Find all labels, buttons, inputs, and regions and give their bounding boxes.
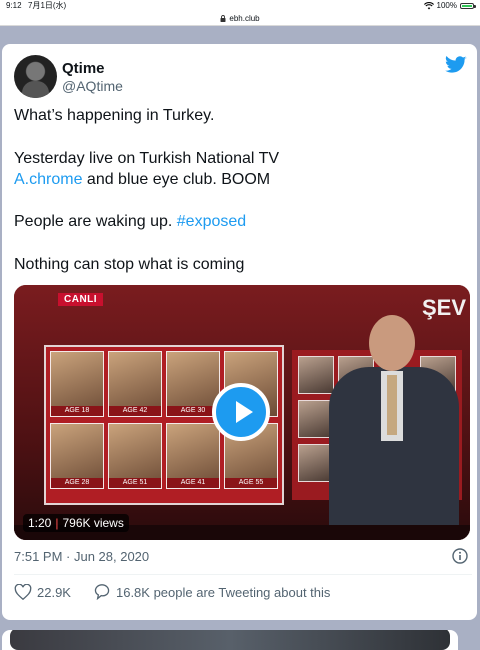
video-stats-badge: 1:20 | 796K views	[23, 514, 129, 532]
tweet-line-4-text: People are waking up.	[14, 213, 177, 230]
status-bar: 9:12 7月1日(水) 100%	[0, 0, 480, 12]
tweet-card[interactable]: Qtime @AQtime What’s happening in Turkey…	[2, 44, 477, 620]
heart-icon	[14, 584, 32, 600]
status-date: 7月1日(水)	[28, 1, 67, 10]
tweet-actions: 22.9K 16.8K people are Tweeting about th…	[14, 584, 352, 600]
next-embed-thumbnail	[10, 630, 450, 650]
battery-icon	[460, 3, 476, 9]
age-label: AGE 42	[109, 406, 161, 416]
live-overlay-label: CANLI	[58, 293, 104, 306]
progress-tick: |	[55, 516, 59, 530]
lock-icon	[220, 15, 226, 23]
like-action[interactable]: 22.9K	[14, 584, 71, 600]
like-count: 22.9K	[37, 584, 71, 600]
tweet-timestamp[interactable]: 7:51 PM · Jun 28, 2020	[14, 549, 149, 564]
tweet-line-3: A.chrome and blue eye club. BOOM	[14, 171, 270, 189]
photo-cell: AGE 28	[50, 423, 104, 489]
info-icon[interactable]	[452, 548, 468, 564]
avatar[interactable]	[14, 55, 57, 98]
mention-link[interactable]: A.chrome	[14, 171, 82, 188]
author-name[interactable]: Qtime	[62, 60, 105, 77]
age-label: AGE 51	[109, 478, 161, 488]
next-embed-card[interactable]	[2, 630, 458, 650]
wifi-icon	[423, 2, 434, 10]
hashtag-link[interactable]: #exposed	[177, 213, 246, 230]
age-label: AGE 55	[225, 478, 277, 488]
photo-cell: AGE 18	[50, 351, 104, 417]
age-label: AGE 41	[167, 478, 219, 488]
conversation-action[interactable]: 16.8K people are Tweeting about this	[93, 584, 330, 600]
video-duration: 1:20	[28, 516, 52, 530]
status-right: 100%	[423, 0, 476, 12]
photo-cell: AGE 42	[108, 351, 162, 417]
author-handle[interactable]: @AQtime	[62, 78, 123, 94]
divider	[14, 574, 472, 575]
status-time: 9:12	[6, 1, 22, 10]
photo-cell: AGE 51	[108, 423, 162, 489]
video-views: 796K views	[62, 516, 124, 530]
tweet-line-3-rest: and blue eye club. BOOM	[82, 171, 271, 188]
twitter-bird-icon[interactable]	[445, 56, 467, 74]
battery-percent: 100%	[436, 1, 457, 10]
age-label: AGE 28	[51, 478, 103, 488]
tweet-line-5: Nothing can stop what is coming	[14, 256, 245, 273]
reply-bubble-icon	[94, 584, 110, 600]
play-button[interactable]	[212, 383, 270, 441]
tweet-line-2: Yesterday live on Turkish National TV	[14, 150, 280, 167]
tweet-line-1: What’s happening in Turkey.	[14, 107, 215, 124]
age-label: AGE 18	[51, 406, 103, 416]
presenter-figure	[319, 315, 459, 540]
tweeting-about-text: 16.8K people are Tweeting about this	[115, 584, 331, 600]
video-player[interactable]: CANLI ŞEV AGE 18 AGE 42 AGE 30 AGE 28 AG…	[14, 285, 470, 540]
play-icon	[236, 401, 253, 423]
tweet-line-4: People are waking up. #exposed	[14, 213, 246, 231]
url-bar[interactable]: ebh.club	[0, 12, 480, 26]
photo-cell: AGE 41	[166, 423, 220, 489]
url-domain: ebh.club	[229, 14, 260, 23]
